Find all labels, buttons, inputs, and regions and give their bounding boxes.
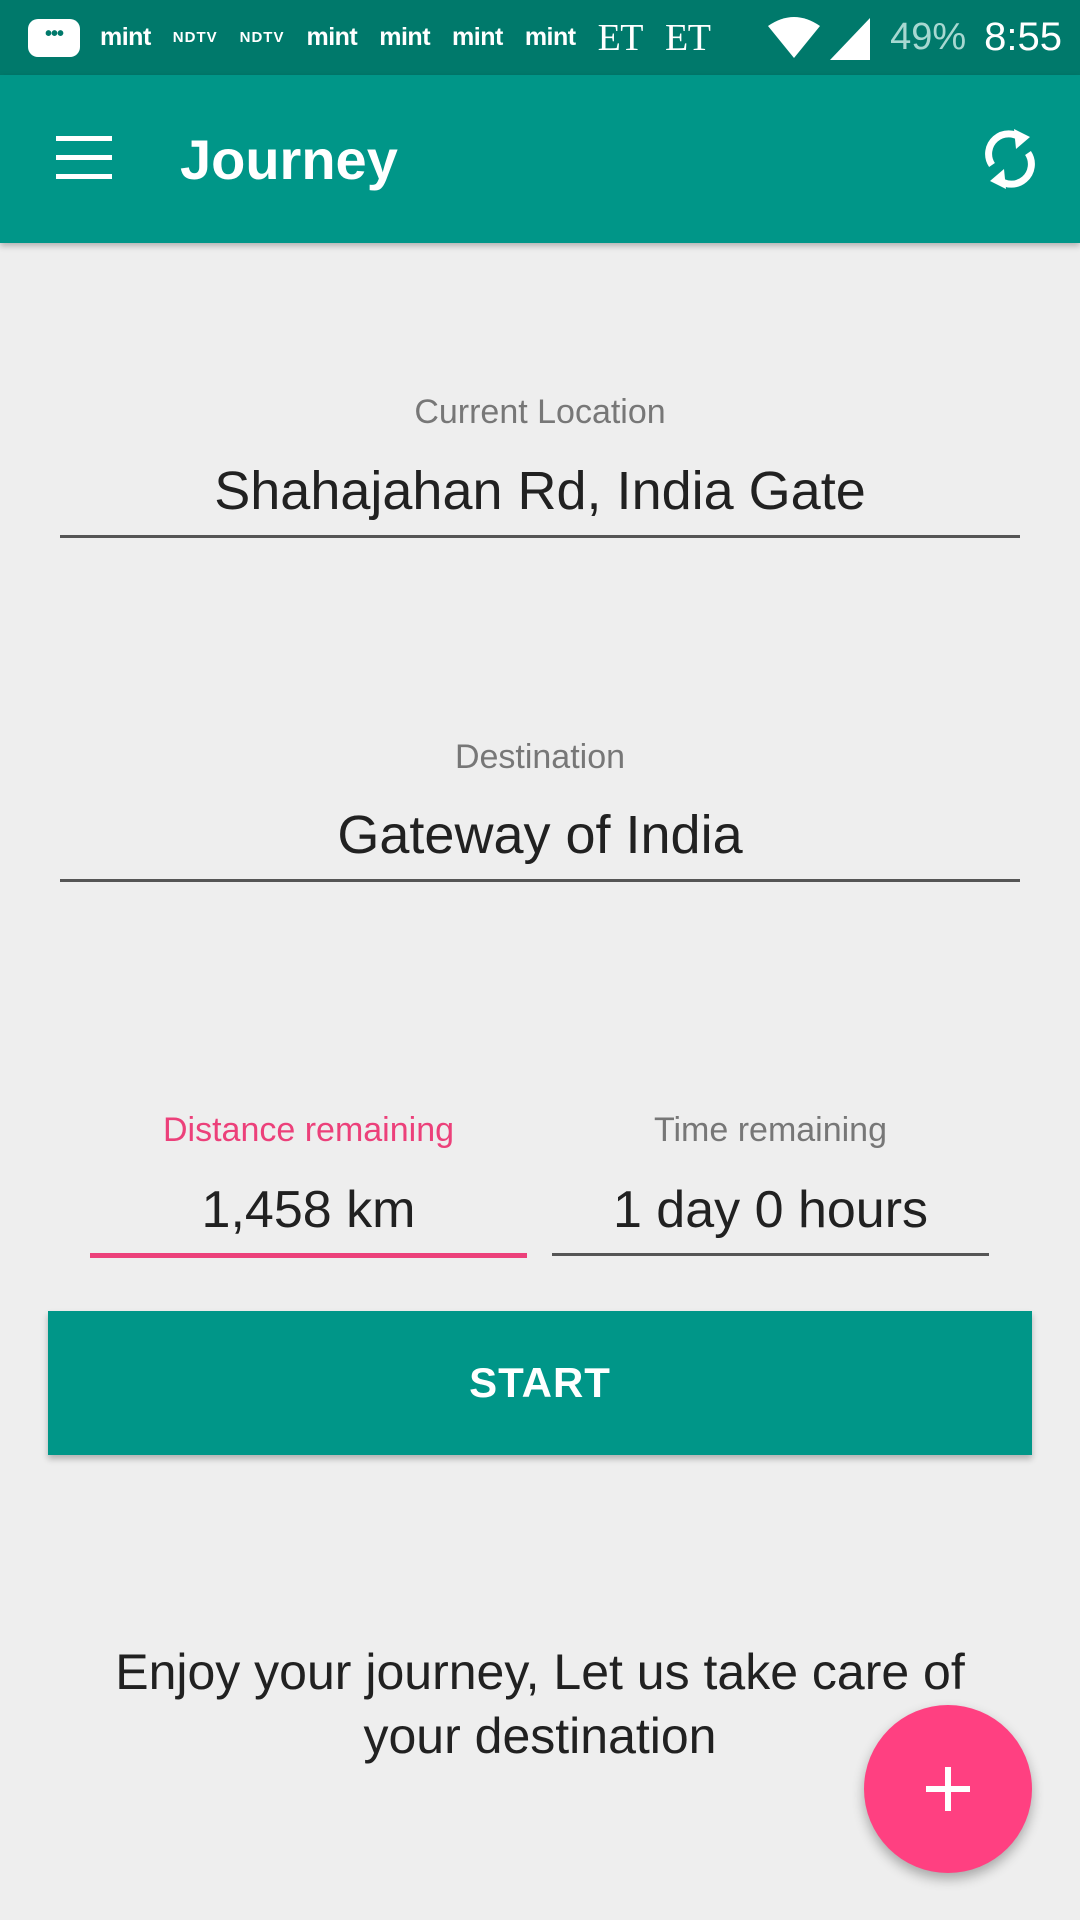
wifi-icon bbox=[768, 16, 821, 58]
current-location-input[interactable] bbox=[60, 458, 1020, 538]
current-location-label: Current Location bbox=[414, 393, 666, 431]
refresh-icon[interactable] bbox=[978, 123, 1042, 195]
status-bar: mint NDTV NDTV mint mint mint mint ET ET… bbox=[0, 0, 1080, 75]
time-remaining-field[interactable] bbox=[552, 1176, 989, 1256]
notification-et: ET bbox=[597, 16, 644, 59]
battery-level: 49% bbox=[890, 16, 967, 58]
hamburger-menu-icon[interactable] bbox=[56, 136, 112, 180]
notification-mint: mint bbox=[379, 23, 431, 51]
page-title: Journey bbox=[180, 128, 398, 191]
notification-icons: mint NDTV NDTV mint mint mint mint ET ET bbox=[28, 16, 732, 60]
status-indicators: 49% 8:55 bbox=[766, 14, 1062, 62]
plus-icon bbox=[926, 1767, 970, 1811]
signal-icon bbox=[830, 17, 871, 60]
distance-remaining-label: Distance remaining bbox=[162, 1111, 455, 1149]
notification-et: ET bbox=[665, 16, 711, 59]
destination-input[interactable] bbox=[60, 802, 1020, 882]
notification-mint: mint bbox=[100, 23, 151, 51]
notification-ndtv: NDTV bbox=[172, 29, 218, 46]
distance-remaining-field[interactable] bbox=[90, 1176, 527, 1258]
notification-mint: mint bbox=[452, 23, 503, 51]
notification-mint: mint bbox=[306, 23, 358, 51]
destination-label: Destination bbox=[454, 738, 626, 776]
notification-ndtv: NDTV bbox=[239, 29, 285, 46]
clock: 8:55 bbox=[984, 15, 1062, 59]
app-bar: Journey bbox=[0, 75, 1080, 243]
add-fab-button[interactable] bbox=[864, 1705, 1032, 1873]
notification-mint: mint bbox=[524, 23, 576, 51]
message-icon bbox=[28, 18, 80, 57]
start-button[interactable]: START bbox=[48, 1311, 1032, 1455]
time-remaining-label: Time remaining bbox=[653, 1111, 888, 1149]
